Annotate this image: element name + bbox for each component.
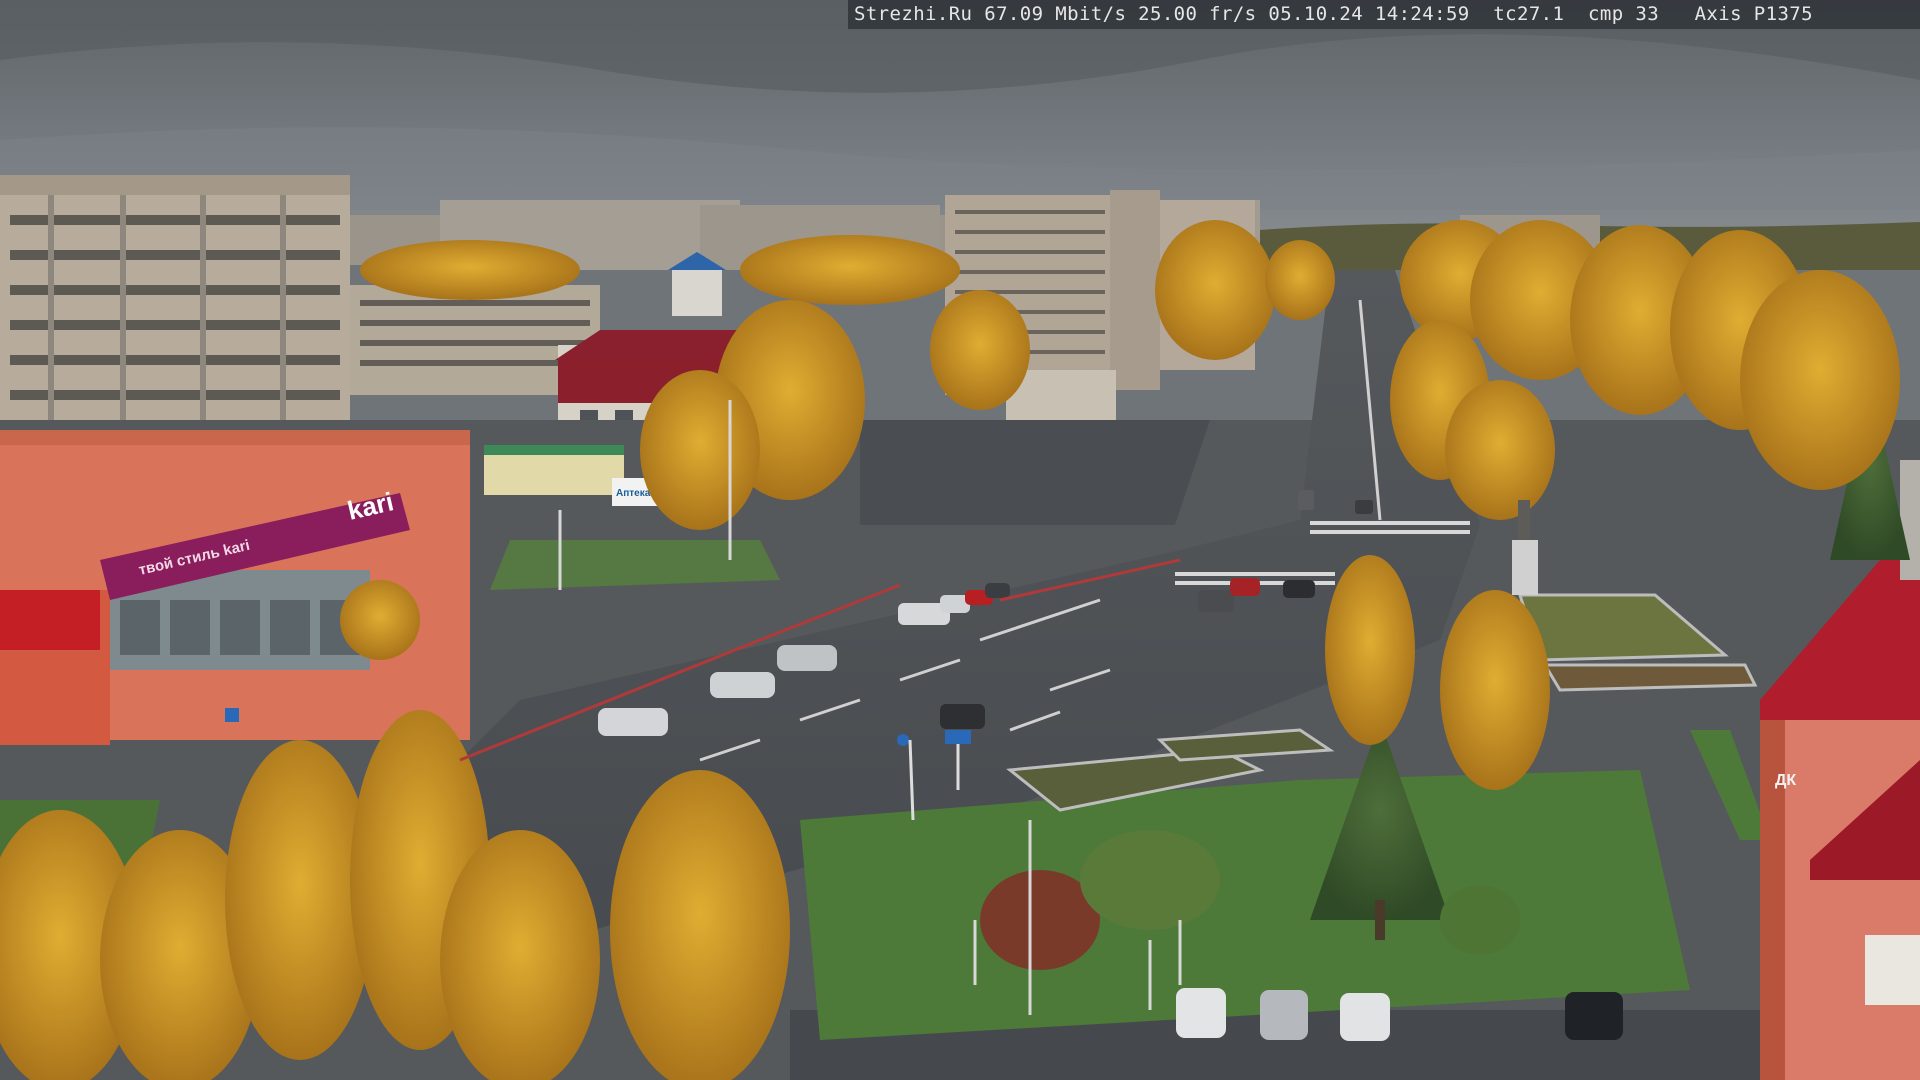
camera-overlay-text: Strezhi.Ru 67.09 Mbit/s 25.00 fr/s 05.10…	[848, 0, 1920, 29]
pharmacy-label: Аптека	[616, 488, 651, 499]
tower-letters: ДК	[1775, 772, 1796, 789]
small-shop	[484, 450, 624, 495]
plaza	[860, 420, 1210, 525]
city-square-view: kari твой стиль kari Аптека ДК	[0, 0, 1920, 1080]
webcam-frame: kari твой стиль kari Аптека ДК Strezhi.R…	[0, 0, 1920, 1080]
flowerbed	[1542, 663, 1758, 692]
